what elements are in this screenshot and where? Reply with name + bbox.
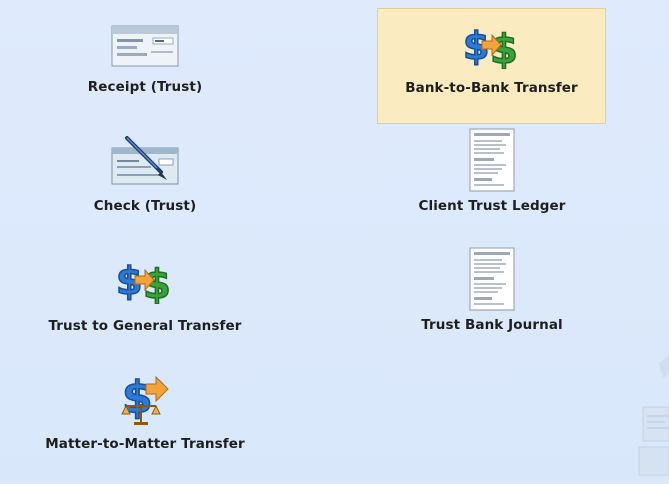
bank-to-bank-transfer-label: Bank-to-Bank Transfer — [405, 80, 578, 96]
svg-text:$: $ — [122, 372, 153, 423]
trust-bank-journal-tile[interactable]: Trust Bank Journal — [379, 244, 605, 348]
money-transfer-icon: $ $ — [461, 23, 523, 74]
report-document-icon — [467, 247, 517, 311]
transactions-panel: Receipt (Trust) $ $ Bank-to-Bank Transfe… — [0, 0, 669, 480]
client-trust-ledger-label: Client Trust Ledger — [418, 198, 566, 214]
money-scale-transfer-icon: $ — [116, 370, 174, 428]
check-trust-tile[interactable]: Check (Trust) — [32, 130, 258, 234]
trust-bank-journal-label: Trust Bank Journal — [421, 317, 563, 333]
trust-to-general-transfer-tile[interactable]: $ $ Trust to General Transfer — [32, 250, 258, 354]
receipt-trust-label: Receipt (Trust) — [87, 79, 203, 95]
client-trust-ledger-tile[interactable]: Client Trust Ledger — [379, 125, 605, 229]
check-trust-label: Check (Trust) — [93, 198, 197, 214]
trust-to-general-transfer-label: Trust to General Transfer — [48, 318, 242, 334]
report-document-icon — [467, 128, 517, 192]
matter-to-matter-transfer-label: Matter-to-Matter Transfer — [45, 436, 245, 452]
background-watermark-graphic — [635, 355, 669, 480]
receipt-trust-tile[interactable]: Receipt (Trust) — [32, 12, 258, 116]
matter-to-matter-transfer-tile[interactable]: $ Matter-to-Matter Transfer — [32, 365, 258, 469]
bank-to-bank-transfer-tile[interactable]: $ $ Bank-to-Bank Transfer — [377, 8, 606, 124]
money-transfer-icon: $ $ — [114, 258, 176, 309]
receipt-icon — [111, 25, 179, 67]
check-pen-icon — [111, 136, 179, 186]
